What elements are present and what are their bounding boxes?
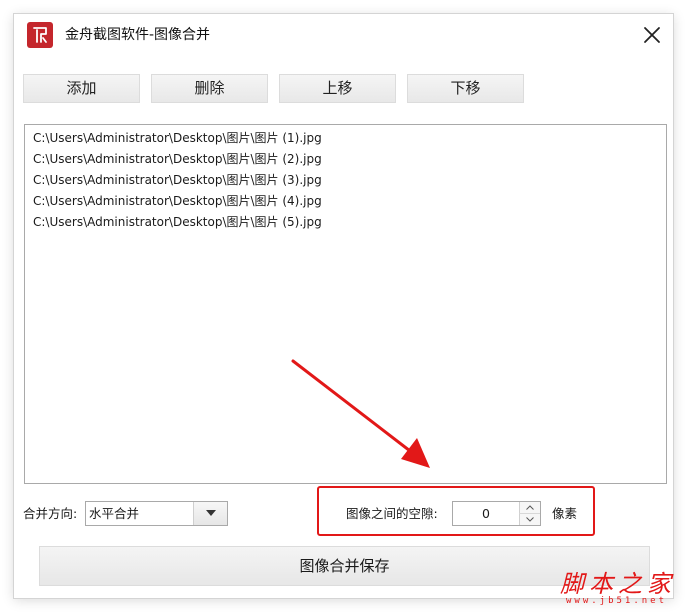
list-item[interactable]: C:\Users\Administrator\Desktop\图片\图片 (2)… <box>33 149 666 170</box>
merge-save-button[interactable]: 图像合并保存 <box>39 546 650 586</box>
spin-down-icon <box>526 517 534 522</box>
move-up-button[interactable]: 上移 <box>279 74 396 103</box>
list-item[interactable]: C:\Users\Administrator\Desktop\图片\图片 (1)… <box>33 128 666 149</box>
dropdown-button[interactable] <box>193 502 227 525</box>
image-file-list[interactable]: C:\Users\Administrator\Desktop\图片\图片 (1)… <box>24 124 667 484</box>
pixel-unit-label: 像素 <box>552 506 578 521</box>
spin-down-button[interactable] <box>519 514 540 525</box>
image-gap-label: 图像之间的空隙: <box>346 506 438 521</box>
merge-direction-label: 合并方向: <box>23 506 78 521</box>
spin-up-button[interactable] <box>519 502 540 514</box>
screenshot-frame: 金舟截图软件-图像合并 添加 删除 上移 下移 C:\Users\Adminis… <box>0 0 688 613</box>
merge-direction-select[interactable]: 水平合并 <box>85 501 228 526</box>
watermark-text: 脚本之家 <box>560 570 676 598</box>
window-title: 金舟截图软件-图像合并 <box>65 27 211 43</box>
image-gap-spinner[interactable] <box>452 501 541 526</box>
list-item[interactable]: C:\Users\Administrator\Desktop\图片\图片 (3)… <box>33 170 666 191</box>
add-button[interactable]: 添加 <box>23 74 140 103</box>
chevron-down-icon <box>205 510 216 516</box>
delete-button[interactable]: 删除 <box>151 74 268 103</box>
app-logo-icon <box>27 22 53 48</box>
list-item[interactable]: C:\Users\Administrator\Desktop\图片\图片 (4)… <box>33 191 666 212</box>
merge-direction-value: 水平合并 <box>89 506 140 521</box>
image-gap-input[interactable] <box>453 502 519 525</box>
list-item[interactable]: C:\Users\Administrator\Desktop\图片\图片 (5)… <box>33 212 666 233</box>
move-down-button[interactable]: 下移 <box>407 74 524 103</box>
spin-up-icon <box>526 505 534 510</box>
watermark-url: www.jb51.net <box>566 596 668 606</box>
merge-dialog-window: 金舟截图软件-图像合并 添加 删除 上移 下移 C:\Users\Adminis… <box>14 14 673 598</box>
close-icon[interactable] <box>639 22 665 48</box>
